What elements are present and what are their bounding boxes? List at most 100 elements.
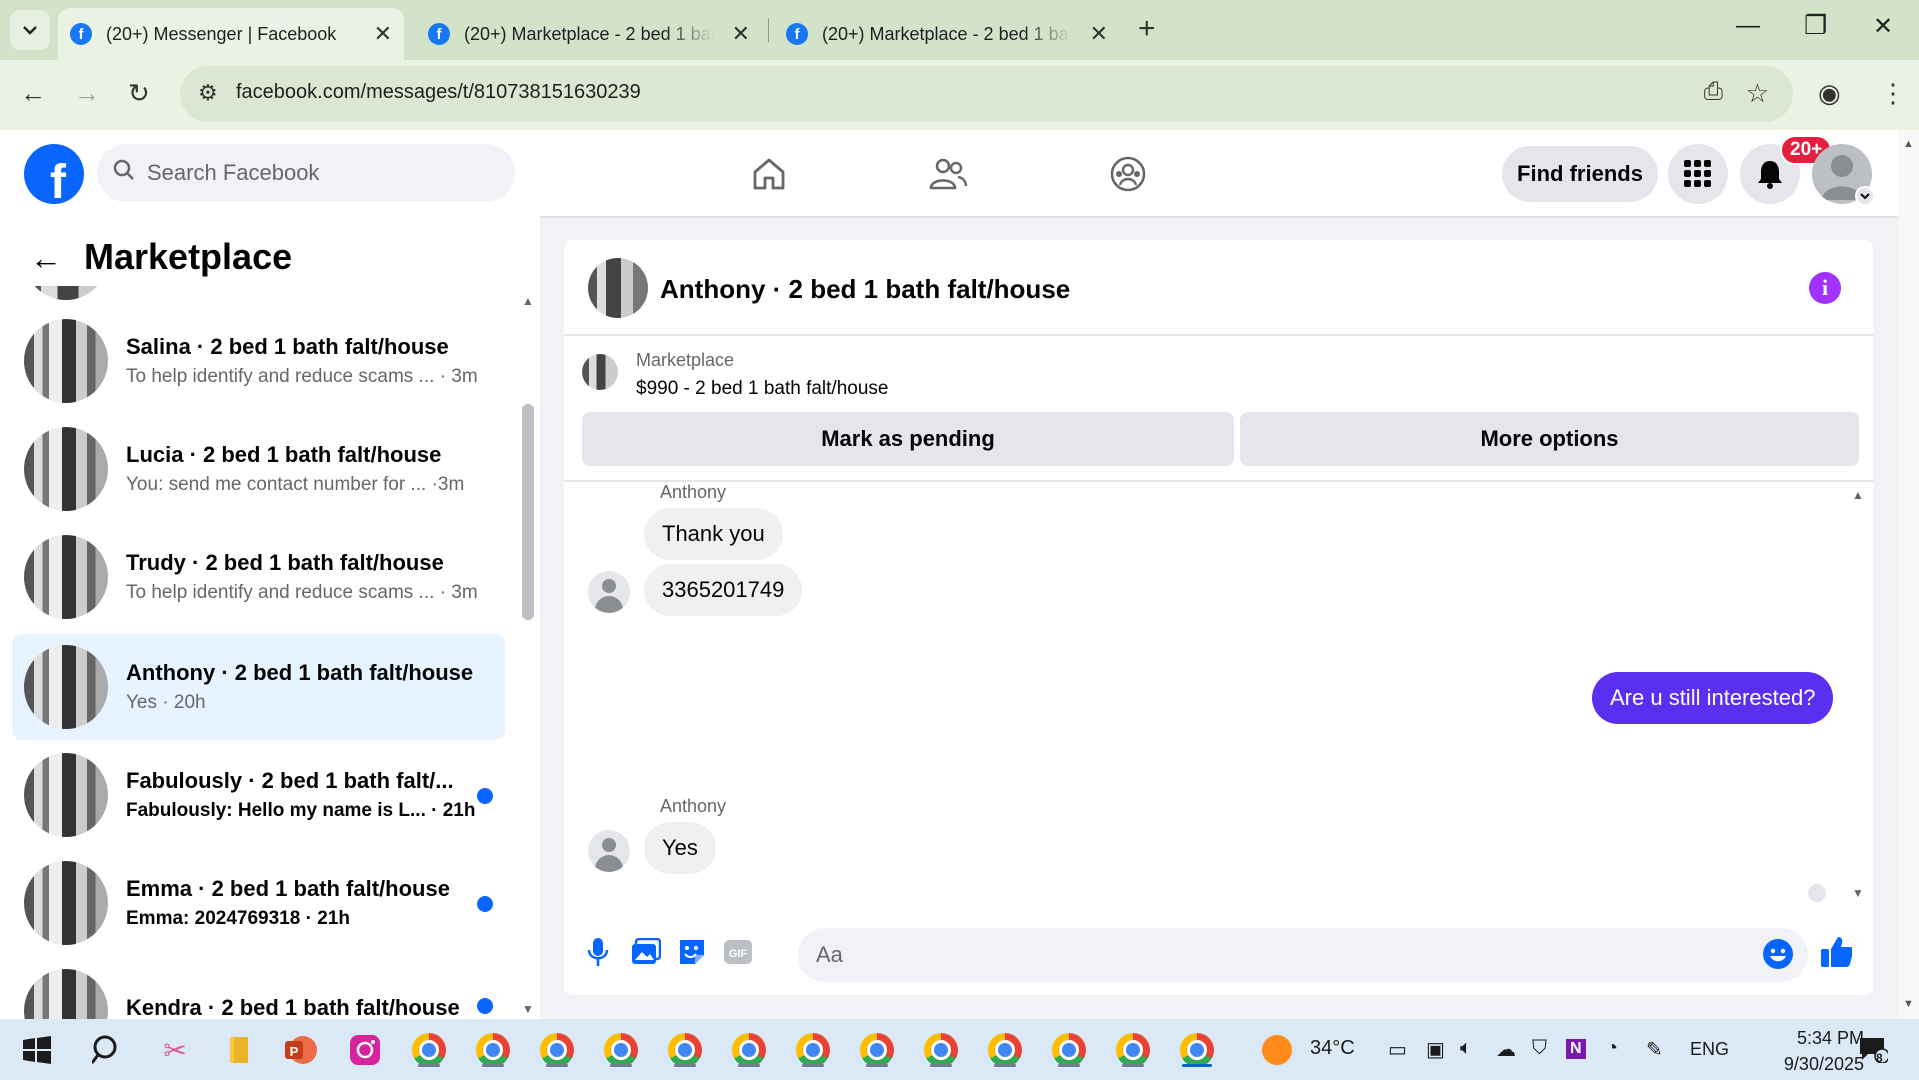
message-bubble[interactable]: Thank you — [644, 508, 783, 560]
more-options-button[interactable]: More options — [1240, 412, 1859, 466]
reload-icon[interactable]: ↻ — [128, 78, 150, 109]
info-icon[interactable]: i — [1809, 272, 1841, 304]
wifi-icon[interactable]: ◔ — [1606, 1037, 1618, 1060]
conversation-list-scrollbar[interactable] — [522, 404, 534, 620]
url-text[interactable]: facebook.com/messages/t/810738151630239 — [236, 81, 641, 104]
battery-icon[interactable]: ▭ — [1388, 1037, 1407, 1062]
onenote-icon[interactable]: N — [1566, 1039, 1586, 1059]
close-tab-icon[interactable]: ✕ — [1090, 21, 1108, 47]
onedrive-icon[interactable]: ☁ — [1496, 1037, 1516, 1062]
close-tab-icon[interactable]: ✕ — [374, 21, 392, 47]
conversation-item-selected[interactable]: Anthony · 2 bed 1 bath falt/house Yes · … — [12, 634, 505, 740]
chrome-icon[interactable] — [986, 1031, 1024, 1069]
tab-marketplace-1[interactable]: f (20+) Marketplace - 2 bed 1 bath ✕ — [416, 8, 762, 60]
message-bubble-outgoing[interactable]: Are u still interested? — [1592, 672, 1834, 724]
volume-icon[interactable]: 🔈︎ — [1460, 1037, 1472, 1060]
unread-dot — [477, 896, 493, 912]
chrome-icon[interactable] — [730, 1031, 768, 1069]
notification-center-icon[interactable] — [1858, 1035, 1890, 1069]
conversation-item[interactable]: Emma · 2 bed 1 bath falt/house Emma: 202… — [12, 850, 505, 956]
sender-avatar[interactable] — [588, 571, 630, 613]
tab-marketplace-2[interactable]: f (20+) Marketplace - 2 bed 1 bath ✕ — [774, 8, 1120, 60]
chrome-icon[interactable] — [922, 1031, 960, 1069]
snipping-tool-icon[interactable]: ✂ — [156, 1031, 194, 1069]
chrome-icon[interactable] — [538, 1031, 576, 1069]
conversation-item[interactable]: Fabulously · 2 bed 1 bath falt/... Fabul… — [12, 742, 505, 848]
message-input-box[interactable] — [798, 928, 1808, 982]
powerpoint-icon[interactable]: P — [282, 1031, 320, 1069]
back-arrow-icon[interactable]: ← — [20, 78, 46, 109]
sticker-icon[interactable] — [676, 936, 708, 968]
bookmark-star-icon[interactable]: ☆ — [1746, 78, 1769, 109]
chrome-icon-active[interactable] — [1178, 1031, 1216, 1069]
pen-icon[interactable]: ✎ — [1646, 1037, 1663, 1062]
chrome-icon[interactable] — [1050, 1031, 1088, 1069]
forward-arrow-icon[interactable]: → — [74, 78, 100, 109]
sender-avatar[interactable] — [588, 830, 630, 872]
windows-start-icon[interactable] — [18, 1031, 56, 1069]
chat-avatar[interactable] — [588, 258, 648, 318]
listing-price[interactable]: $990 - 2 bed 1 bath falt/house — [636, 378, 888, 400]
scroll-down-arrow-icon[interactable]: ▼ — [522, 1002, 534, 1016]
restore-icon[interactable]: ❐ — [1804, 10, 1827, 41]
message-bubble[interactable]: Yes — [644, 822, 716, 874]
listing-thumbnail[interactable] — [582, 354, 618, 390]
minimize-icon[interactable]: — — [1736, 12, 1760, 40]
gif-icon[interactable]: GIF — [722, 936, 754, 968]
facebook-logo[interactable]: f — [24, 144, 84, 204]
find-friends-button[interactable]: Find friends — [1502, 146, 1658, 202]
emoji-icon[interactable] — [1762, 938, 1794, 970]
scroll-up-arrow-icon[interactable]: ▲ — [1903, 138, 1914, 150]
scroll-down-arrow-icon[interactable]: ▼ — [1903, 998, 1914, 1010]
instagram-icon[interactable] — [346, 1031, 384, 1069]
chat-title[interactable]: Anthony · 2 bed 1 bath falt/house — [660, 274, 1070, 305]
address-bar[interactable]: ⚙ facebook.com/messages/t/81073815163023… — [180, 66, 1793, 122]
window-close-icon[interactable]: ✕ — [1873, 12, 1893, 41]
message-input[interactable] — [816, 942, 1716, 968]
profile-icon[interactable]: ◉ — [1818, 78, 1841, 109]
scroll-up-arrow-icon[interactable]: ▲ — [522, 294, 534, 308]
scroll-up-arrow-icon[interactable]: ▲ — [1852, 488, 1864, 502]
tab-search-button[interactable] — [10, 10, 50, 50]
system-clock[interactable]: 5:34 PM 9/30/2025 — [1784, 1025, 1864, 1077]
site-info-icon[interactable]: ⚙ — [198, 80, 218, 106]
chrome-icon[interactable] — [858, 1031, 896, 1069]
page-scrollbar[interactable]: ▲ ▼ — [1898, 130, 1919, 1019]
file-explorer-icon[interactable] — [220, 1031, 258, 1069]
meet-now-icon[interactable]: ▣ — [1426, 1037, 1445, 1062]
home-icon[interactable] — [745, 154, 793, 194]
chrome-icon[interactable] — [794, 1031, 832, 1069]
chrome-icon[interactable] — [1114, 1031, 1152, 1069]
weather-temperature[interactable]: 34°C — [1310, 1037, 1355, 1060]
conversation-item[interactable]: Kendra · 2 bed 1 bath falt/house — [12, 958, 505, 1019]
conversation-item[interactable]: Trudy · 2 bed 1 bath falt/house To help … — [12, 524, 505, 630]
security-shield-icon[interactable]: ⛉ — [1532, 1037, 1547, 1060]
weather-sun-icon[interactable] — [1262, 1035, 1292, 1065]
search-box[interactable] — [97, 144, 515, 202]
chrome-icon[interactable] — [666, 1031, 704, 1069]
mark-as-pending-button[interactable]: Mark as pending — [582, 412, 1234, 466]
language-indicator[interactable]: ENG — [1690, 1039, 1729, 1060]
groups-icon[interactable] — [1104, 154, 1152, 194]
thumbs-up-icon[interactable] — [1820, 936, 1852, 968]
new-tab-button[interactable]: + — [1138, 12, 1156, 46]
back-arrow-icon[interactable]: ← — [30, 240, 62, 277]
microphone-icon[interactable] — [582, 936, 614, 968]
install-app-icon[interactable]: ⎙ — [1704, 78, 1723, 106]
search-icon[interactable] — [88, 1031, 126, 1069]
scroll-down-arrow-icon[interactable]: ▼ — [1852, 886, 1864, 900]
close-tab-icon[interactable]: ✕ — [732, 21, 750, 47]
search-input[interactable] — [147, 160, 477, 186]
menu-grid-icon[interactable] — [1668, 144, 1728, 204]
chrome-icon[interactable] — [602, 1031, 640, 1069]
conversation-item[interactable]: Lucia · 2 bed 1 bath falt/house You: sen… — [12, 416, 505, 522]
message-bubble[interactable]: 3365201749 — [644, 564, 803, 616]
chrome-icon[interactable] — [474, 1031, 512, 1069]
account-chevron-icon[interactable] — [1855, 186, 1875, 206]
conversation-item[interactable]: Salina · 2 bed 1 bath falt/house To help… — [12, 308, 505, 414]
chrome-icon[interactable] — [410, 1031, 448, 1069]
photo-icon[interactable] — [630, 936, 662, 968]
friends-icon[interactable] — [924, 154, 972, 194]
tab-messenger[interactable]: f (20+) Messenger | Facebook ✕ — [58, 8, 404, 60]
browser-menu-icon[interactable]: ⋮ — [1880, 78, 1906, 109]
